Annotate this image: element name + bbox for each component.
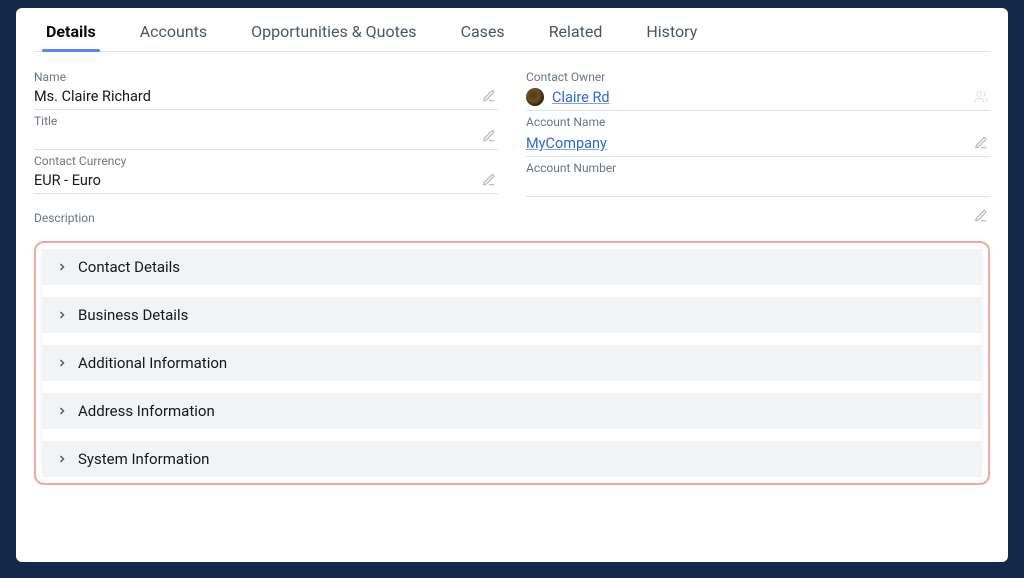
details-content: Name Ms. Claire Richard Title Contact Cu… bbox=[34, 52, 990, 485]
chevron-right-icon bbox=[56, 357, 68, 369]
tab-history[interactable]: History bbox=[646, 22, 697, 51]
fields-grid: Name Ms. Claire Richard Title Contact Cu… bbox=[34, 66, 990, 197]
field-account-name-label: Account Name bbox=[526, 115, 990, 129]
edit-title-icon[interactable] bbox=[482, 129, 496, 143]
field-title-label: Title bbox=[34, 114, 498, 128]
edit-description-icon[interactable] bbox=[974, 209, 988, 223]
owner-link[interactable]: Claire Rd bbox=[552, 89, 610, 106]
chevron-right-icon bbox=[56, 309, 68, 321]
chevron-right-icon bbox=[56, 453, 68, 465]
section-system-information[interactable]: System Information bbox=[42, 441, 982, 477]
field-name: Name Ms. Claire Richard bbox=[34, 66, 498, 110]
record-card: Details Accounts Opportunities & Quotes … bbox=[16, 8, 1008, 562]
section-additional-information[interactable]: Additional Information bbox=[42, 345, 982, 381]
edit-name-icon[interactable] bbox=[482, 89, 496, 103]
field-account-name: Account Name MyCompany bbox=[526, 111, 990, 157]
sections-highlight-box: Contact Details Business Details Additio… bbox=[34, 241, 990, 485]
section-system-information-title: System Information bbox=[78, 450, 209, 468]
chevron-right-icon bbox=[56, 261, 68, 273]
field-name-label: Name bbox=[34, 70, 498, 84]
owner-avatar-icon bbox=[526, 88, 544, 106]
field-owner-label: Contact Owner bbox=[526, 70, 990, 84]
account-name-link[interactable]: MyCompany bbox=[526, 135, 607, 152]
edit-currency-icon[interactable] bbox=[482, 173, 496, 187]
field-account-number: Account Number bbox=[526, 157, 990, 197]
section-address-information-title: Address Information bbox=[78, 402, 215, 420]
field-currency-value: EUR - Euro bbox=[34, 172, 498, 189]
tab-related[interactable]: Related bbox=[549, 22, 603, 51]
section-additional-information-title: Additional Information bbox=[78, 354, 227, 372]
section-address-information[interactable]: Address Information bbox=[42, 393, 982, 429]
tab-accounts[interactable]: Accounts bbox=[140, 22, 207, 51]
section-business-details[interactable]: Business Details bbox=[42, 297, 982, 333]
tab-cases[interactable]: Cases bbox=[461, 22, 505, 51]
section-contact-details[interactable]: Contact Details bbox=[42, 249, 982, 285]
field-currency-label: Contact Currency bbox=[34, 154, 498, 168]
section-business-details-title: Business Details bbox=[78, 306, 188, 324]
field-title: Title bbox=[34, 110, 498, 150]
field-currency: Contact Currency EUR - Euro bbox=[34, 150, 498, 194]
edit-account-name-icon[interactable] bbox=[974, 136, 988, 150]
chevron-right-icon bbox=[56, 405, 68, 417]
tab-bar: Details Accounts Opportunities & Quotes … bbox=[34, 22, 990, 52]
field-description: Description bbox=[34, 207, 990, 229]
tab-details[interactable]: Details bbox=[46, 22, 96, 51]
field-account-number-label: Account Number bbox=[526, 161, 990, 175]
change-owner-icon[interactable] bbox=[974, 90, 988, 104]
field-contact-owner: Contact Owner Claire Rd bbox=[526, 66, 990, 111]
field-name-value: Ms. Claire Richard bbox=[34, 88, 498, 105]
section-contact-details-title: Contact Details bbox=[78, 258, 180, 276]
field-description-label: Description bbox=[34, 211, 990, 225]
tab-opportunities-quotes[interactable]: Opportunities & Quotes bbox=[251, 22, 416, 51]
